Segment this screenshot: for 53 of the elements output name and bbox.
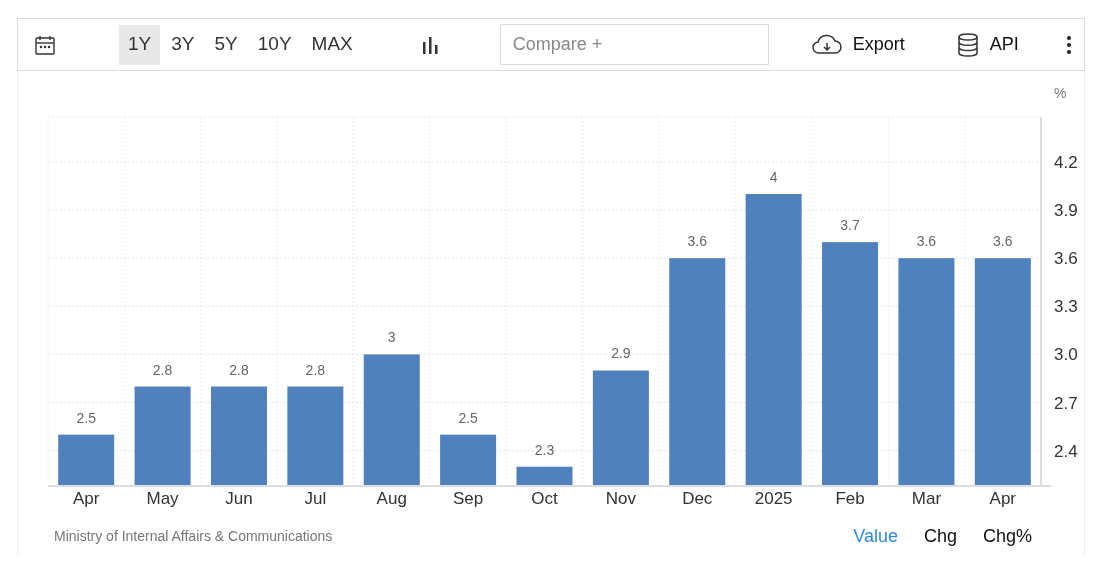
- value-label: 2.5: [458, 409, 478, 426]
- cloud-download-icon[interactable]: [810, 32, 843, 57]
- x-axis-label: Dec: [682, 489, 713, 508]
- value-label: 3.6: [687, 233, 707, 250]
- export-link[interactable]: Export: [852, 31, 905, 58]
- range-tab[interactable]: 1Y: [119, 24, 161, 65]
- y-tick-label: 3.0: [1054, 345, 1078, 365]
- value-label: 3.7: [840, 217, 860, 234]
- view-tab[interactable]: Chg%: [978, 523, 1036, 550]
- y-tick-label: 3.6: [1054, 249, 1078, 269]
- more-icon[interactable]: [1065, 34, 1072, 55]
- x-axis-label: Jun: [225, 489, 253, 508]
- y-tick-label: 3.9: [1054, 201, 1078, 221]
- x-axis-label: Mar: [911, 489, 942, 508]
- value-label: 3: [387, 329, 396, 346]
- range-tab[interactable]: 5Y: [205, 24, 247, 65]
- value-label: 2.3: [534, 441, 555, 458]
- y-tick-label: 3.3: [1054, 297, 1078, 317]
- x-axis-label: Aug: [376, 489, 407, 508]
- calendar-icon[interactable]: [34, 33, 56, 56]
- x-axis-label: May: [146, 489, 179, 508]
- x-axis-label: Nov: [605, 489, 636, 508]
- bar: [58, 434, 115, 486]
- unit-label: %: [1054, 85, 1067, 101]
- value-label: 2.8: [152, 361, 173, 378]
- value-label: 3.6: [916, 233, 937, 250]
- range-tab[interactable]: 10Y: [248, 24, 301, 65]
- database-icon[interactable]: [955, 31, 980, 58]
- x-axis-label: Sep: [453, 489, 484, 508]
- x-axis-label: 2025: [754, 489, 793, 508]
- x-axis-label: Apr: [72, 489, 100, 508]
- value-label: 2.9: [611, 345, 631, 362]
- compare-field[interactable]: Compare +: [499, 24, 769, 65]
- bar: [516, 466, 573, 486]
- y-tick-label: 2.7: [1054, 393, 1078, 413]
- range-tab[interactable]: 3Y: [162, 24, 204, 65]
- value-label: 4: [769, 169, 778, 185]
- y-tick-label: 4.2: [1054, 152, 1078, 172]
- x-axis-label: Feb: [835, 489, 865, 508]
- value-label: 3.6: [993, 233, 1013, 250]
- view-tab[interactable]: Value: [849, 523, 902, 550]
- source-text: Ministry of Internal Affairs & Communications: [54, 527, 333, 546]
- bar: [440, 434, 497, 486]
- x-axis-label: Jul: [304, 489, 327, 508]
- range-tab[interactable]: MAX: [302, 24, 362, 65]
- view-tab[interactable]: Chg: [919, 523, 961, 550]
- x-axis-label: Apr: [989, 489, 1017, 508]
- api-link[interactable]: API: [989, 31, 1019, 58]
- x-axis-label: Oct: [531, 489, 558, 508]
- value-label: 2.8: [229, 361, 249, 378]
- y-tick-label: 2.4: [1054, 441, 1078, 461]
- value-label: 2.5: [76, 409, 96, 426]
- value-label: 2.8: [305, 361, 326, 378]
